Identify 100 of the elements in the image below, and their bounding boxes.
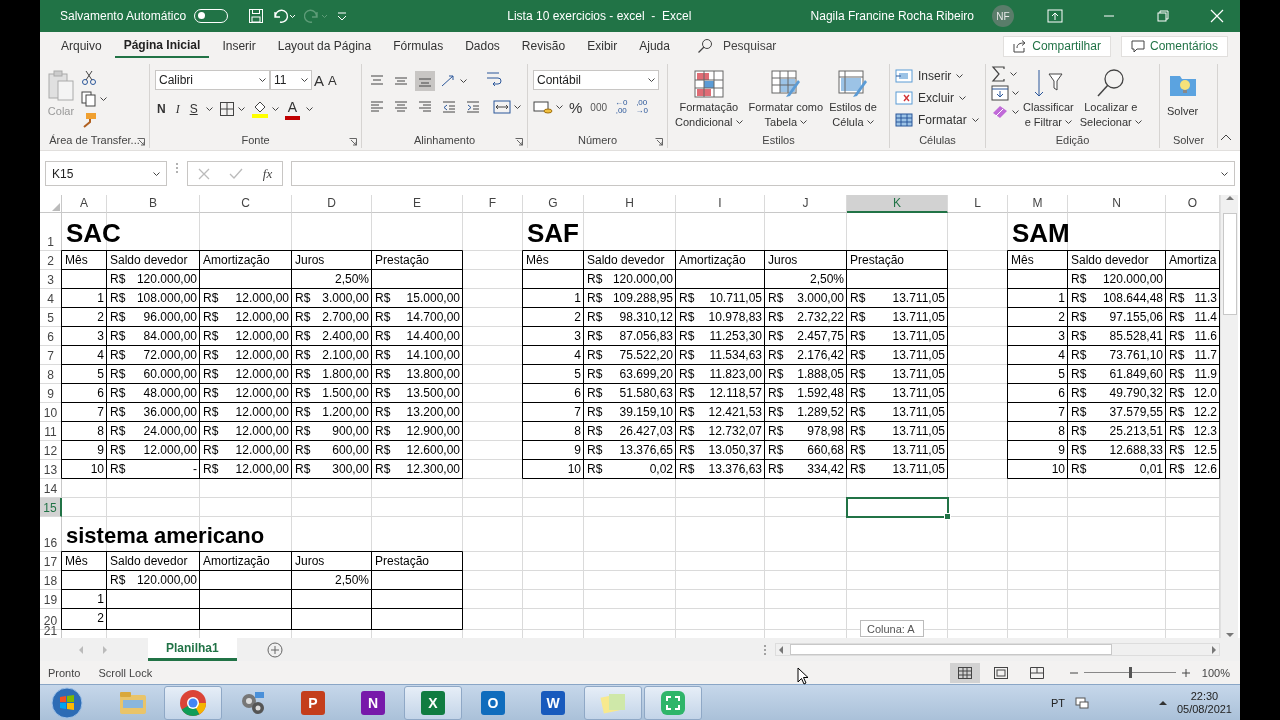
ribbon-tab[interactable]: Layout da Página — [268, 34, 381, 58]
font-color-button[interactable]: A — [284, 98, 301, 120]
ribbon-tab[interactable]: Exibir — [578, 34, 627, 58]
row-header[interactable]: 8 — [40, 365, 62, 384]
row-header[interactable]: 9 — [40, 384, 62, 403]
insert-function-button[interactable]: fx — [262, 165, 273, 182]
row-header[interactable]: 1 — [40, 213, 62, 251]
italic-button[interactable]: I — [173, 99, 182, 119]
taskbar-app[interactable]: W — [524, 686, 582, 720]
ribbon-tab[interactable]: Revisão — [512, 34, 575, 58]
language-indicator[interactable]: PT — [1050, 697, 1065, 709]
ribbon-tab[interactable]: Arquivo — [52, 34, 111, 58]
user-avatar[interactable]: NF — [992, 5, 1014, 27]
row-header[interactable]: 13 — [40, 460, 62, 479]
column-header[interactable]: A — [62, 195, 107, 213]
table-cell-text: 8 — [96, 423, 105, 440]
taskbar-app[interactable]: O — [464, 686, 522, 720]
table-cell-text: 6 — [96, 385, 105, 402]
format-cells-icon — [895, 112, 913, 128]
table-heading: Mês — [525, 252, 550, 269]
shrink-font-button[interactable]: A — [326, 70, 339, 90]
search-field[interactable]: Pesquisar — [720, 38, 815, 54]
row-header[interactable]: 5 — [40, 308, 62, 327]
ribbon-tab[interactable]: Dados — [456, 34, 509, 58]
zoom-level[interactable]: 100% — [1201, 666, 1230, 679]
grow-font-button[interactable]: A — [312, 70, 326, 90]
table-heading: Prestação — [374, 252, 431, 269]
ribbon-button[interactable]: Classificar e Filtrar — [1021, 66, 1076, 132]
table-cell-text: R$ 13.711,05 — [849, 442, 946, 459]
column-header[interactable]: I — [676, 195, 765, 213]
taskbar-app[interactable] — [644, 686, 702, 720]
column-header[interactable]: N — [1068, 195, 1166, 213]
column-header[interactable]: B — [107, 195, 200, 213]
font-size-field[interactable]: 11 — [270, 70, 312, 90]
font-family-field[interactable]: Calibri — [155, 70, 270, 90]
row-header[interactable]: 12 — [40, 441, 62, 460]
ribbon-button[interactable]: Localizar e Selecionar — [1077, 66, 1144, 132]
vertical-scrollbar[interactable] — [1220, 195, 1238, 638]
horizontal-scrollbar[interactable] — [775, 643, 1220, 656]
column-header[interactable]: E — [372, 195, 463, 213]
clock-time[interactable]: 22:30 — [1190, 690, 1219, 703]
caret-icon — [306, 107, 314, 111]
table-cell-text: R$ 2.457,75 — [767, 328, 845, 345]
column-header[interactable]: M — [1008, 195, 1068, 213]
selected-cell-border[interactable] — [846, 497, 949, 518]
row-header[interactable]: 18 — [40, 571, 62, 590]
ribbon-button[interactable]: Formatar — [916, 110, 969, 130]
scrollbar-thumb[interactable] — [1223, 213, 1237, 315]
page-layout-icon — [993, 666, 1008, 679]
ribbon-button[interactable]: Excluir — [916, 88, 956, 108]
row-header[interactable]: 2 — [40, 251, 62, 270]
ribbon-tab[interactable]: Ajuda — [630, 34, 679, 58]
taskbar-app[interactable]: N — [344, 686, 402, 720]
name-box[interactable]: K15 — [45, 161, 167, 186]
decimal-button[interactable]: ←0 ,00 — [613, 99, 630, 115]
clock-date[interactable]: 05/08/2021 — [1176, 703, 1232, 716]
row-header[interactable]: 15 — [40, 498, 62, 517]
row-header[interactable]: 10 — [40, 403, 62, 422]
row-header[interactable]: 17 — [40, 552, 62, 571]
row-header[interactable]: 6 — [40, 327, 62, 346]
column-header[interactable]: D — [292, 195, 372, 213]
column-header[interactable]: H — [584, 195, 676, 213]
column-header[interactable]: L — [948, 195, 1008, 213]
row-header[interactable]: 4 — [40, 289, 62, 308]
row-header[interactable]: 3 — [40, 270, 62, 289]
view-button[interactable] — [949, 662, 980, 683]
column-header[interactable]: G — [523, 195, 584, 213]
caret-icon — [460, 78, 467, 83]
row-header[interactable]: 19 — [40, 590, 62, 609]
row-header[interactable]: 16 — [40, 517, 62, 552]
ribbon-button[interactable]: Estilos de Célula — [827, 68, 879, 132]
column-header[interactable]: C — [200, 195, 292, 213]
table-cell-text: R$ 73.761,10 — [1070, 347, 1164, 364]
underline-button[interactable]: S — [187, 99, 200, 119]
ribbon-button[interactable]: Formatação Condicional — [673, 68, 745, 132]
column-header[interactable]: K — [847, 195, 948, 213]
row-header[interactable]: 11 — [40, 422, 62, 441]
row-header[interactable]: 7 — [40, 346, 62, 365]
formula-field[interactable] — [291, 161, 1235, 186]
bold-button[interactable]: N — [155, 99, 168, 119]
taskbar-app[interactable] — [164, 686, 222, 720]
taskbar-app[interactable]: X — [404, 686, 462, 720]
ribbon-tab[interactable]: Fórmulas — [384, 34, 453, 58]
ribbon-button[interactable]: Inserir — [916, 66, 954, 86]
column-header[interactable]: J — [765, 195, 847, 213]
solver-button[interactable]: Solver — [1165, 68, 1201, 121]
share-button[interactable]: Compartilhar — [1003, 35, 1111, 57]
decimal-button[interactable]: ,00 →0 — [633, 99, 650, 115]
ribbon-button[interactable]: Formatar como Tabela — [746, 68, 826, 132]
ribbon-tab[interactable]: Página Inicial — [114, 34, 210, 58]
ribbon-tab[interactable]: Inserir — [213, 34, 265, 58]
sheet-tab[interactable]: Planilha1 — [148, 638, 237, 661]
table-heading: Mês — [64, 252, 89, 269]
comments-button[interactable]: Comentários — [1120, 35, 1228, 57]
taskbar-app[interactable]: P — [284, 686, 342, 720]
column-header[interactable]: O — [1166, 195, 1220, 213]
column-header[interactable]: F — [463, 195, 523, 213]
number-format-field[interactable]: Contábil — [533, 70, 659, 90]
percent-button[interactable]: % — [567, 97, 585, 117]
thousands-button[interactable]: 000 — [588, 97, 610, 117]
